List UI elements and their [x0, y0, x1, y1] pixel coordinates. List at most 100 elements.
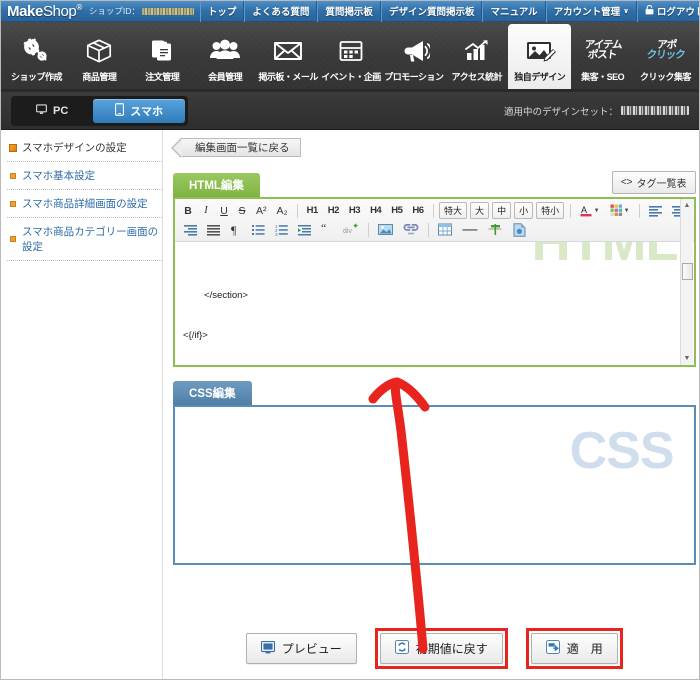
sidebar-item-basic-settings[interactable]: スマホ基本設定 [7, 162, 162, 190]
device-tab-pc[interactable]: PC [14, 99, 90, 123]
nav-item-product-management[interactable]: 商品管理 [68, 24, 131, 89]
top-navigation-bar: MakeShop® ショップID： トップ よくある質問 質問掲示板 デザイン質… [1, 1, 699, 22]
device-tab-smartphone[interactable]: スマホ [93, 98, 185, 123]
device-tab-pc-label: PC [53, 104, 69, 117]
insert-anchor-icon[interactable] [484, 221, 507, 238]
html-code-area[interactable]: HTML </section> <{/if}> <{* 商品レビュー *}> <… [175, 242, 694, 365]
heading-1-button[interactable]: H1 [303, 202, 322, 219]
insert-image-icon[interactable] [374, 221, 397, 238]
bullet-list-icon[interactable] [248, 221, 269, 238]
background-color-icon[interactable]: ▼ [606, 202, 634, 219]
nav-item-board-mail[interactable]: 掲示板・メール [257, 24, 320, 89]
applied-design-set-redacted-value [621, 106, 689, 115]
applied-design-set: 適用中のデザインセット： [504, 104, 689, 118]
nav-item-promotion-label: プロモーション [384, 71, 444, 82]
sidebar-heading: スマホデザインの設定 [7, 138, 162, 162]
nav-item-shop-creation[interactable]: ショップ作成 [5, 24, 68, 89]
numbered-list-icon[interactable]: 123 [271, 221, 292, 238]
font-color-icon[interactable]: A ▼ [576, 202, 604, 219]
font-size-extra-small-button[interactable]: 特小 [536, 202, 565, 219]
justify-icon[interactable] [203, 221, 224, 238]
sidebar-item-basic-settings-label: スマホ基本設定 [22, 170, 96, 182]
back-to-edit-list-button[interactable]: 編集画面一覧に戻る [171, 138, 301, 158]
toolbar-separator [638, 203, 640, 218]
svg-text:“: “ [321, 224, 326, 235]
html-editor-scrollbar[interactable]: ▲ ▼ [679, 199, 694, 365]
preview-button[interactable]: プレビュー [245, 633, 357, 664]
html-edit-tab[interactable]: HTML編集 [173, 173, 260, 197]
indent-icon[interactable] [294, 221, 315, 238]
reset-to-default-button[interactable]: 初期値に戻す [379, 633, 503, 664]
heading-4-button[interactable]: H4 [366, 202, 385, 219]
scroll-down-icon[interactable]: ▼ [681, 352, 694, 365]
refresh-icon [394, 640, 409, 657]
top-nav-top[interactable]: トップ [199, 1, 245, 22]
device-tabs: PC スマホ [11, 95, 188, 126]
italic-icon[interactable]: I [198, 202, 214, 219]
heading-2-button[interactable]: H2 [324, 202, 343, 219]
heading-6-button[interactable]: H6 [408, 202, 427, 219]
apo-click-logo-line2: クリック [645, 48, 685, 61]
scroll-up-icon[interactable]: ▲ [681, 199, 694, 212]
nav-item-promotion[interactable]: プロモーション [382, 24, 445, 89]
sidebar-item-product-detail-settings[interactable]: スマホ商品詳細画面の設定 [7, 190, 162, 218]
top-nav-account-management[interactable]: アカウント管理 ∨ [545, 1, 637, 22]
chevron-down-icon: ▼ [623, 207, 630, 214]
heading-3-button[interactable]: H3 [345, 202, 364, 219]
paragraph-icon[interactable]: ¶ [226, 221, 246, 238]
quote-icon[interactable]: “ [317, 221, 337, 238]
bold-icon[interactable]: B [180, 202, 196, 219]
html-edit-panel: <> タグ一覧表 HTML編集 B I U S A² A₂ H1 H2 H3 H… [173, 171, 696, 367]
apply-button[interactable]: 適 用 [530, 633, 618, 664]
html-watermark: HTML [531, 242, 679, 272]
sidebar-item-product-category-settings[interactable]: スマホ商品カテゴリー画面の設定 [7, 218, 162, 261]
css-code-content [175, 407, 694, 419]
top-nav-question-board[interactable]: 質問掲示板 [317, 1, 381, 22]
toolbar-separator [368, 222, 369, 237]
content-area: 編集画面一覧に戻る <> タグ一覧表 HTML編集 B I U S A² A₂ … [163, 130, 699, 679]
insert-table-icon[interactable] [434, 221, 456, 238]
heading-5-button[interactable]: H5 [387, 202, 406, 219]
html-code-line: <{/if}> [183, 330, 208, 341]
chevron-down-icon: ▼ [593, 207, 600, 214]
superscript-icon[interactable]: A² [252, 202, 271, 219]
font-size-small-button[interactable]: 小 [514, 202, 534, 219]
css-edit-tab[interactable]: CSS編集 [173, 381, 252, 405]
megaphone-icon [398, 33, 430, 69]
font-size-large-button[interactable]: 大 [470, 202, 490, 219]
applied-design-set-label: 適用中のデザインセット： [503, 106, 618, 118]
top-nav-faq[interactable]: よくある質問 [244, 1, 318, 22]
apply-button-highlight: 適 用 [525, 628, 623, 669]
tag-list-button[interactable]: <> タグ一覧表 [611, 171, 696, 194]
font-size-extra-large-button[interactable]: 特大 [439, 202, 468, 219]
div-tag-icon[interactable]: div [339, 221, 363, 238]
subscript-icon[interactable]: A₂ [273, 202, 292, 219]
reset-button-highlight: 初期値に戻す [374, 628, 508, 669]
font-size-medium-button[interactable]: 中 [492, 202, 512, 219]
insert-link-icon[interactable] [399, 221, 423, 238]
nav-item-apo-click[interactable]: アポ クリック クリック集客 [634, 24, 697, 89]
nav-item-member-management[interactable]: 会員管理 [194, 24, 257, 89]
scrollbar-thumb[interactable] [681, 263, 693, 280]
horizontal-rule-icon[interactable] [458, 221, 482, 238]
nav-item-item-post[interactable]: アイテム ポスト 集客・SEO [571, 24, 634, 89]
top-nav-logout[interactable]: ログアウト [636, 1, 699, 22]
nav-item-event-planning[interactable]: イベント・企画 [320, 24, 383, 89]
align-right-icon[interactable] [180, 221, 201, 238]
application-window: MakeShop® ショップID： トップ よくある質問 質問掲示板 デザイン質… [0, 0, 700, 680]
nav-item-access-statistics[interactable]: アクセス統計 [445, 24, 508, 89]
css-code-area[interactable]: CSS [175, 407, 694, 563]
bullet-icon [10, 236, 16, 242]
css-editor-box[interactable]: CSS [173, 405, 696, 565]
bullet-icon [10, 200, 16, 207]
makeshop-logo: MakeShop® [7, 3, 82, 19]
strikethrough-icon[interactable]: S [234, 202, 250, 219]
insert-file-icon[interactable] [509, 221, 530, 238]
nav-item-original-design[interactable]: 独自デザイン [508, 24, 572, 89]
top-nav-faq-label: よくある質問 [252, 7, 310, 18]
align-left-icon[interactable] [645, 202, 666, 219]
nav-item-order-management[interactable]: 注文管理 [131, 24, 194, 89]
underline-icon[interactable]: U [216, 202, 232, 219]
top-nav-manual[interactable]: マニュアル [482, 1, 546, 22]
top-nav-design-question-board[interactable]: デザイン質問掲示板 [380, 1, 483, 22]
